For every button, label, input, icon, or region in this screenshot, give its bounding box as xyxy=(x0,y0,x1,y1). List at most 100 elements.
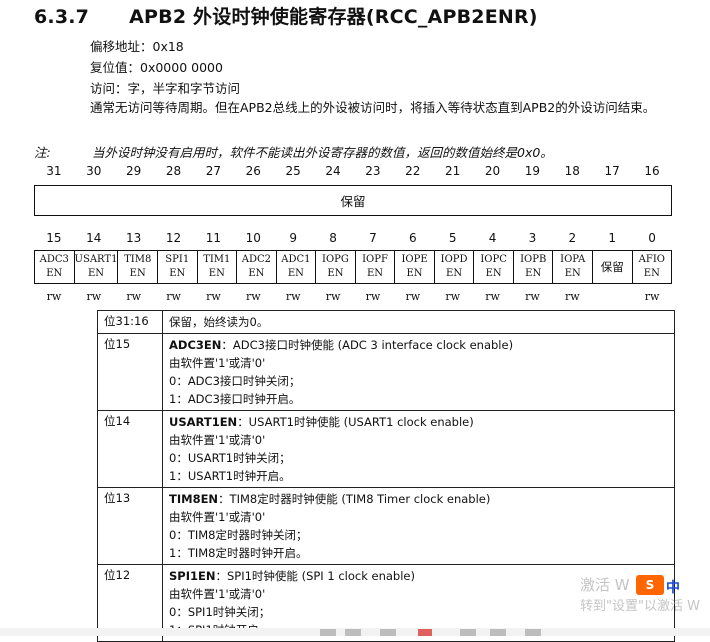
bit-number: 30 xyxy=(86,164,102,178)
reserved-field-upper: 保留 xyxy=(34,185,672,216)
bit-field-cell: 保留 xyxy=(593,251,633,283)
bit-number: 2 xyxy=(568,231,577,245)
bit-number: 6 xyxy=(408,231,417,245)
bit-number: 27 xyxy=(205,164,222,178)
bit-field-suffix: EN xyxy=(46,268,63,279)
description-line: USART1EN：USART1时钟使能 (USART1 clock enable… xyxy=(169,413,668,431)
description-line: 由软件置'1'或清'0' xyxy=(169,508,668,526)
bit-field-cell: IOPE EN xyxy=(395,251,435,283)
bit-position: 位13 xyxy=(97,487,163,565)
bit-field-suffix: EN xyxy=(485,268,502,279)
bit-number: 14 xyxy=(86,231,102,245)
taskbar-icon[interactable] xyxy=(380,629,396,636)
bit-field-name: IOPC xyxy=(480,254,507,265)
bit-field-cell: IOPC EN xyxy=(474,251,514,283)
description-text: 由软件置'1'或清'0' xyxy=(169,433,266,447)
description-text: 1：USART1时钟开启。 xyxy=(169,469,291,483)
ime-badge-icon[interactable]: S xyxy=(636,575,664,595)
table-row: 位15 ADC3EN：ADC3接口时钟使能 (ADC 3 interface cl… xyxy=(97,333,675,411)
taskbar-icon[interactable] xyxy=(525,629,541,636)
bit-field-name: TIM1 xyxy=(203,254,231,265)
description-line: 1：TIM8定时器时钟开启。 xyxy=(169,544,668,562)
bit-field-suffix: EN xyxy=(287,268,304,279)
access-type: rw xyxy=(206,290,221,303)
bit-number: 4 xyxy=(488,231,497,245)
description-line: 保留，始终读为0。 xyxy=(169,313,668,331)
taskbar-icon[interactable] xyxy=(460,629,476,636)
taskbar-icon[interactable] xyxy=(320,629,336,636)
description-text: 保留，始终读为0。 xyxy=(169,315,269,329)
description-text: 1：ADC3接口时钟开启。 xyxy=(169,392,301,406)
bit-field-name: ADC2 xyxy=(241,254,271,265)
bit-number: 22 xyxy=(405,164,421,178)
description-text: 由软件置'1'或清'0' xyxy=(169,587,266,601)
description-line: 0：TIM8定时器时钟关闭； xyxy=(169,526,668,544)
bit-number: 29 xyxy=(126,164,142,178)
bit-number: 31 xyxy=(46,164,62,178)
bit-field-name: TIM8 xyxy=(124,254,152,265)
bit-field-name: IOPB xyxy=(520,254,547,265)
bit-position: 位14 xyxy=(97,410,163,488)
description-text: 0：ADC3接口时钟关闭； xyxy=(169,374,301,388)
bit-field-name: ADC3 xyxy=(39,254,69,265)
ime-badge-letter: S xyxy=(645,578,655,592)
description-text: 0：SPI1时钟关闭； xyxy=(169,605,271,619)
bit-field-suffix: EN xyxy=(327,268,344,279)
bit-number: 19 xyxy=(524,164,541,178)
description-text: ：TIM8定时器时钟使能 (TIM8 Timer clock enable) xyxy=(218,492,491,506)
description-text: ：USART1时钟使能 (USART1 clock enable) xyxy=(237,415,474,429)
access-type: rw xyxy=(485,290,500,303)
bit-field-name: SPI1 xyxy=(165,254,190,265)
bit-field-cell: TIM1 EN xyxy=(198,251,238,283)
bit-field-cell: IOPA EN xyxy=(553,251,593,283)
access-type: rw xyxy=(86,290,102,303)
bit-number: 26 xyxy=(245,164,261,178)
bit-field-name: IOPG xyxy=(322,254,349,265)
description-text: ：ADC3接口时钟使能 (ADC 3 interface clock enabl… xyxy=(221,338,514,352)
bit-field-name: IOPA xyxy=(560,254,586,265)
bit-number: 3 xyxy=(528,231,537,245)
bit-field-cell: IOPB EN xyxy=(514,251,554,283)
watermark-line2: 转到"设置"以激活 W xyxy=(580,599,700,614)
access-type: rw xyxy=(525,290,540,303)
access-type: rw xyxy=(445,290,461,303)
description-line: 1：ADC3接口时钟开启。 xyxy=(169,390,668,408)
access-type: rw xyxy=(564,290,580,303)
register-title: APB2 外设时钟使能寄存器(RCC_APB2ENR) xyxy=(129,6,538,28)
description-line: TIM8EN：TIM8定时器时钟使能 (TIM8 Timer clock ena… xyxy=(169,490,668,508)
bit-number: 5 xyxy=(448,231,457,245)
bit-number: 0 xyxy=(648,231,656,245)
bit-number: 7 xyxy=(369,231,377,245)
bit-number: 10 xyxy=(245,231,261,245)
bit-number: 23 xyxy=(365,164,381,178)
bit-field-suffix: EN xyxy=(366,268,384,279)
taskbar-icon[interactable] xyxy=(490,629,506,636)
bit-description: TIM8EN：TIM8定时器时钟使能 (TIM8 Timer clock ena… xyxy=(162,487,675,565)
section-title: 6.3.7 APB2 外设时钟使能寄存器(RCC_APB2ENR) xyxy=(34,2,538,29)
taskbar-icon[interactable] xyxy=(418,629,432,636)
bit-number: 13 xyxy=(126,231,142,245)
bit-field-suffix: EN xyxy=(169,268,186,279)
bit-number: 16 xyxy=(644,164,660,178)
bit-field-suffix: EN xyxy=(643,268,660,279)
bit-description: USART1EN：USART1时钟使能 (USART1 clock enable… xyxy=(162,410,675,488)
bit-field-suffix: EN xyxy=(406,268,423,279)
bit-number: 17 xyxy=(604,164,620,178)
note-label: 注: xyxy=(34,145,51,160)
access-type: rw xyxy=(46,290,62,303)
ime-language-indicator[interactable]: 中 xyxy=(666,577,680,597)
bit-field-cell: ADC2 EN xyxy=(237,251,277,283)
description-text: 1：TIM8定时器时钟开启。 xyxy=(169,546,308,560)
taskbar-icon[interactable] xyxy=(345,629,361,636)
field-name: ADC3EN xyxy=(169,338,222,352)
bit-field-cell: IOPD EN xyxy=(435,251,475,283)
bit-field-suffix: EN xyxy=(525,268,542,279)
bit-field-suffix: EN xyxy=(248,268,265,279)
bit-position: 位31:16 xyxy=(97,310,163,334)
description-text: ：SPI1时钟使能 (SPI 1 clock enable) xyxy=(215,569,415,583)
bit-description: ADC3EN：ADC3接口时钟使能 (ADC 3 interface clock… xyxy=(162,333,675,411)
description-line: 0：ADC3接口时钟关闭； xyxy=(169,372,668,390)
bit-field-name: IOPD xyxy=(440,254,468,265)
bit-field-name: ADC1 xyxy=(281,254,311,265)
bit-field-name: IOPF xyxy=(362,254,388,265)
